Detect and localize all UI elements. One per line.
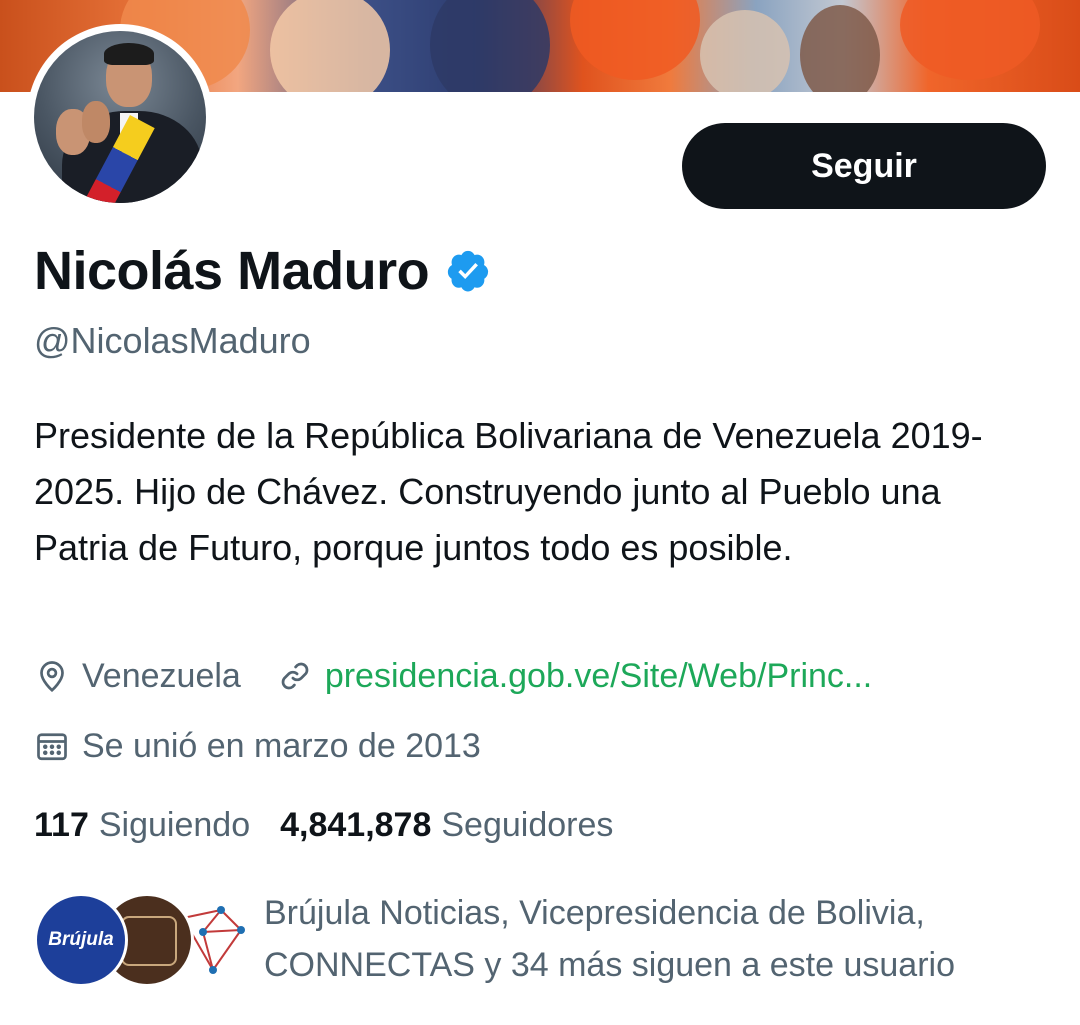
- location: Venezuela: [34, 654, 241, 698]
- avatar-hair: [104, 43, 154, 65]
- location-pin-icon: [40, 661, 64, 693]
- link-icon: [281, 662, 309, 690]
- banner-shape: [430, 0, 550, 92]
- verified-badge-icon[interactable]: [445, 248, 491, 294]
- location-text: Venezuela: [82, 657, 241, 695]
- display-name: Nicolás Maduro: [34, 241, 430, 301]
- banner-shape: [800, 5, 880, 92]
- joined-text: Se unió en marzo de 2013: [82, 727, 481, 765]
- joined-date: Se unió en marzo de 2013: [34, 724, 481, 768]
- website[interactable]: presidencia.gob.ve/Site/Web/Princ...: [277, 654, 872, 698]
- profile-avatar[interactable]: [27, 24, 213, 210]
- banner-shape: [270, 0, 390, 92]
- banner-shape: [700, 10, 790, 92]
- website-link[interactable]: presidencia.gob.ve/Site/Web/Princ...: [325, 654, 872, 698]
- banner-shape: [570, 0, 700, 80]
- avatar-logo-text: Brújula: [48, 929, 114, 950]
- followers-count[interactable]: 4,841,878 Seguidores: [280, 802, 613, 848]
- follow-counts: 117 Siguiendo 4,841,878 Seguidores: [34, 802, 613, 848]
- known-followers-avatars: Brújula: [34, 893, 260, 987]
- followers-you-know[interactable]: Brújula Brújula Noticias, Vicepresidenci…: [34, 885, 1054, 995]
- banner-shape: [900, 0, 1040, 80]
- following-count[interactable]: 117 Siguiendo: [34, 802, 250, 848]
- profile-name-row: Nicolás Maduro: [34, 238, 491, 304]
- follow-button[interactable]: Seguir: [682, 123, 1046, 209]
- seal-icon: [121, 916, 177, 966]
- known-followers-text: Brújula Noticias, Vicepresidencia de Bol…: [264, 894, 955, 984]
- following-label: Siguiendo: [98, 806, 251, 844]
- joined-row: Se unió en marzo de 2013: [34, 724, 481, 768]
- known-follower-avatar: Brújula: [34, 893, 128, 987]
- following-number: 117: [34, 806, 89, 844]
- calendar-icon: [37, 733, 67, 761]
- avatar-hand: [82, 101, 110, 143]
- followers-number: 4,841,878: [280, 806, 432, 844]
- profile-bio: Presidente de la República Bolivariana d…: [34, 415, 983, 568]
- profile-meta-row: Venezuela presidencia.gob.ve/Site/Web/Pr…: [34, 654, 872, 698]
- avatar-photo: [34, 31, 206, 203]
- profile-handle: @NicolasMaduro: [34, 320, 311, 361]
- followers-label: Seguidores: [441, 806, 614, 844]
